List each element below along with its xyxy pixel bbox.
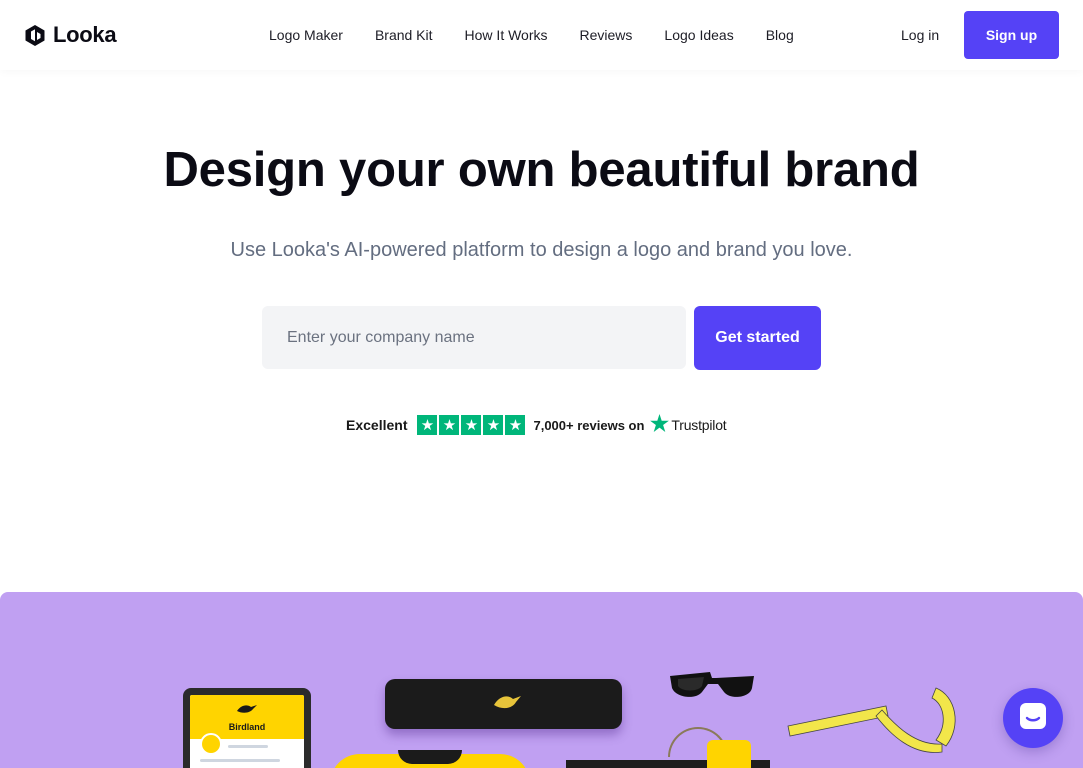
tablet-screen: Birdland xyxy=(190,695,304,768)
menu-item-blog[interactable]: Blog xyxy=(766,26,794,44)
tablet-mockup: Birdland xyxy=(183,688,311,768)
menu-item-logo-maker[interactable]: Logo Maker xyxy=(269,26,343,44)
main-menu: Logo Maker Brand Kit How It Works Review… xyxy=(253,26,810,44)
star-icon: ★ xyxy=(439,415,460,435)
bird-logo-icon xyxy=(235,702,259,720)
hero-subtitle: Use Looka's AI-powered platform to desig… xyxy=(230,239,853,261)
trustpilot-brand: Trustpilot xyxy=(671,417,727,433)
trustpilot-review-count: 7,000+ reviews on xyxy=(533,417,645,433)
get-started-button[interactable]: Get started xyxy=(694,306,821,370)
tablet-brand-name: Birdland xyxy=(228,722,266,732)
measuring-tape-image xyxy=(786,686,966,768)
company-name-field-wrapper xyxy=(262,306,686,369)
menu-item-reviews[interactable]: Reviews xyxy=(580,26,633,44)
star-icon: ★ xyxy=(417,415,438,435)
trustpilot-rating-text: Excellent xyxy=(346,417,408,433)
chat-launcher-button[interactable] xyxy=(1003,688,1063,748)
menu-item-how-it-works[interactable]: How It Works xyxy=(465,26,548,44)
yellow-tag-mockup xyxy=(707,740,751,768)
brand-logo-link[interactable]: Looka xyxy=(24,22,117,48)
star-icon: ★ xyxy=(483,415,504,435)
sunglasses-image xyxy=(666,668,758,709)
top-navbar: Looka Logo Maker Brand Kit How It Works … xyxy=(0,0,1083,70)
star-icon: ★ xyxy=(505,415,526,435)
trustpilot-logo: Trustpilot xyxy=(650,413,727,437)
black-tube-mockup xyxy=(385,679,622,729)
tablet-text-line xyxy=(200,759,280,762)
hero-title: Design your own beautiful brand xyxy=(163,143,920,197)
tablet-avatar xyxy=(200,733,222,755)
star-icon: ★ xyxy=(461,415,482,435)
looka-logo-icon xyxy=(24,24,46,47)
menu-item-logo-ideas[interactable]: Logo Ideas xyxy=(664,26,733,44)
company-name-input[interactable] xyxy=(262,306,686,369)
bird-logo-icon xyxy=(491,692,523,717)
brand-showcase-image: Birdland xyxy=(0,592,1083,768)
chat-icon xyxy=(1018,701,1048,736)
brand-name: Looka xyxy=(53,22,117,47)
shirt-collar xyxy=(398,750,462,764)
tablet-banner: Birdland xyxy=(190,695,304,739)
trustpilot-stars: ★ ★ ★ ★ ★ xyxy=(417,415,526,435)
menu-item-brand-kit[interactable]: Brand Kit xyxy=(375,26,433,44)
tablet-text-line xyxy=(228,745,268,748)
signup-button[interactable]: Sign up xyxy=(964,11,1059,59)
trustpilot-star-icon xyxy=(650,413,670,437)
trustpilot-widget[interactable]: Excellent ★ ★ ★ ★ ★ 7,000+ reviews on Tr… xyxy=(346,413,727,437)
login-link[interactable]: Log in xyxy=(901,26,939,44)
